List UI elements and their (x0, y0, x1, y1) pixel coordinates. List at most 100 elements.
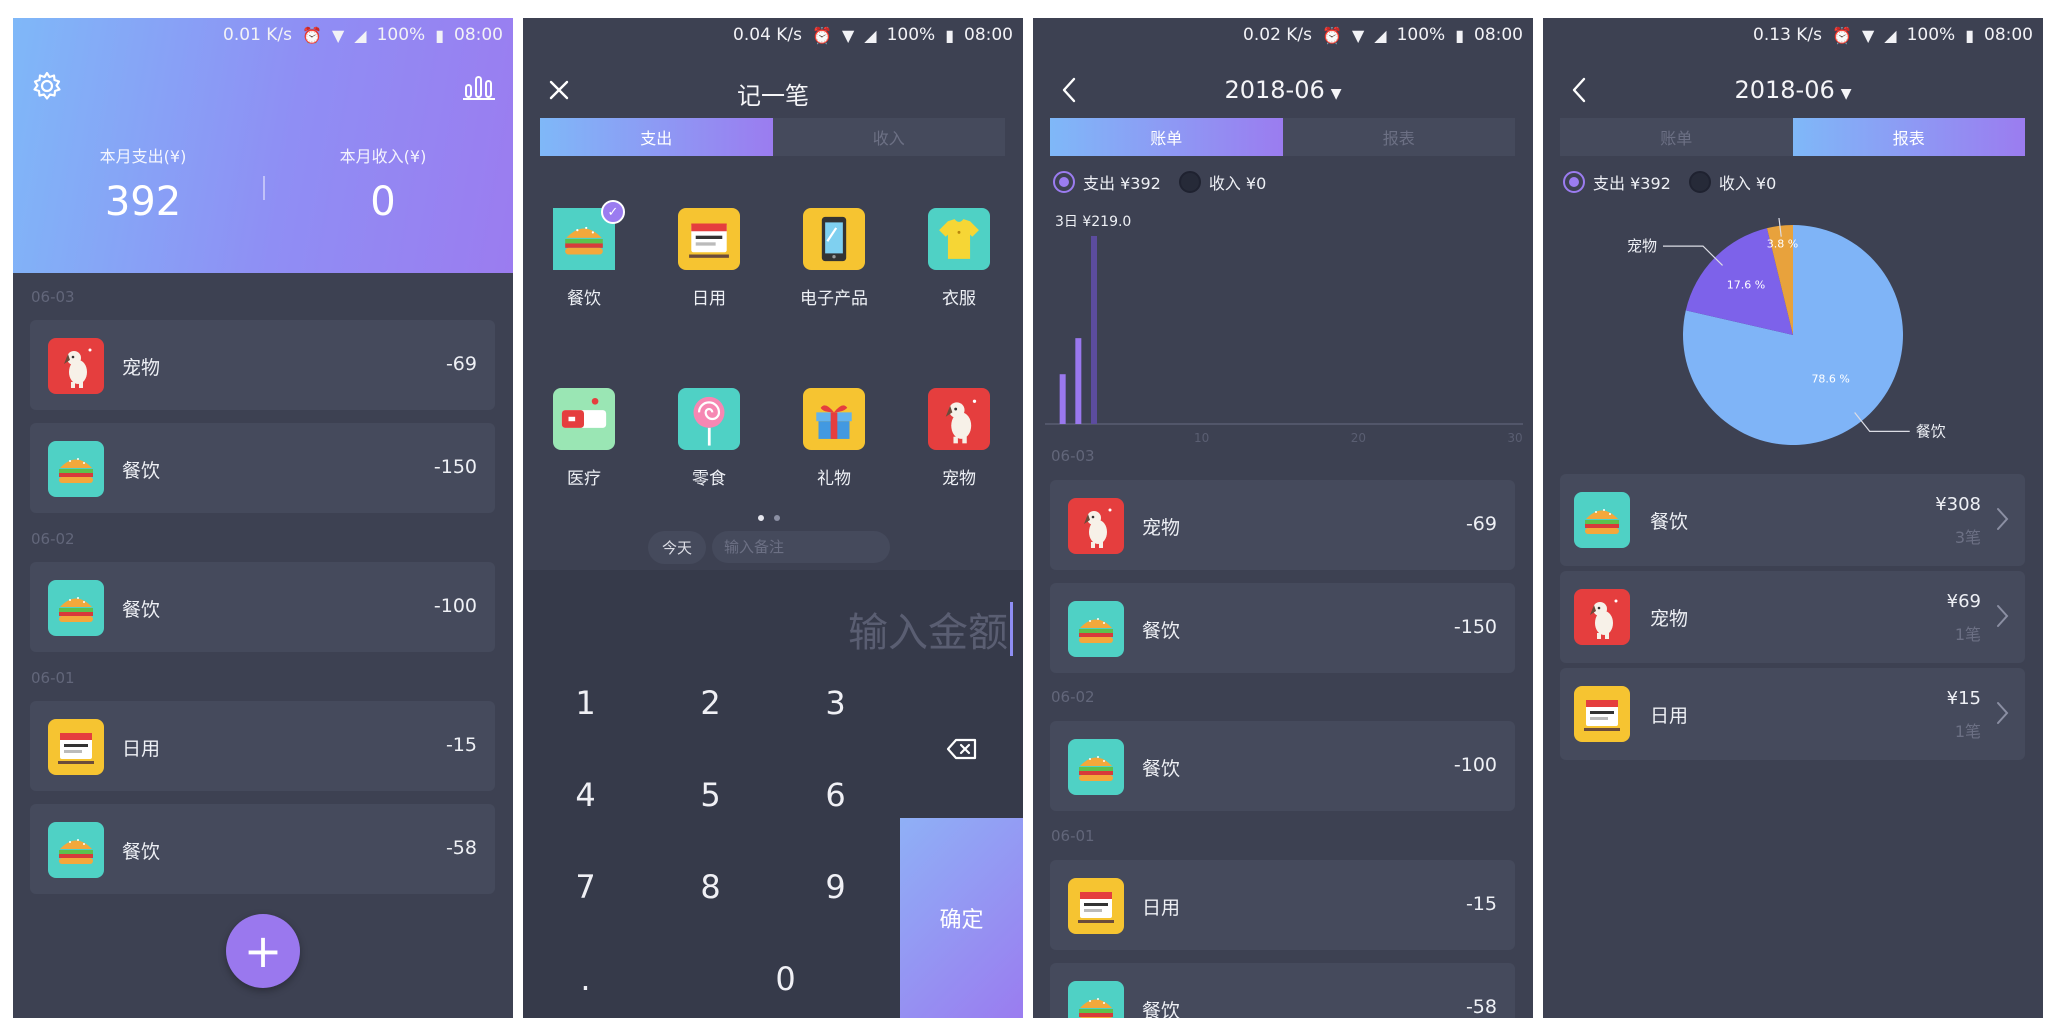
view-tabs: 账单 报表 (1560, 118, 2025, 156)
burger-icon (1068, 981, 1124, 1018)
category-item[interactable]: 电子产品 (779, 208, 889, 309)
chart-bar (1059, 374, 1066, 424)
category-item[interactable]: 医疗 (529, 388, 639, 489)
amount: -100 (1453, 754, 1497, 776)
list-item[interactable]: 餐饮 -58 (30, 804, 495, 894)
key-dot[interactable]: . (523, 934, 648, 1018)
burger-icon (1574, 492, 1630, 548)
key-9[interactable]: 9 (773, 842, 898, 932)
chevron-right-icon (1997, 702, 2009, 724)
radio-expense[interactable]: 支出 ¥392 (1053, 170, 1161, 194)
date-header: 06-02 (31, 530, 75, 548)
key-4[interactable]: 4 (523, 750, 648, 840)
date-picker-button[interactable]: 今天 (648, 530, 707, 564)
radio-expense[interactable]: 支出 ¥392 (1563, 170, 1671, 194)
key-7[interactable]: 7 (523, 842, 648, 932)
list-item[interactable]: 餐饮 -150 (30, 423, 495, 513)
category-item[interactable]: 宠物 (904, 388, 1014, 489)
burger-icon (48, 822, 104, 878)
month-selector[interactable]: 2018-06 ▼ (1543, 76, 2043, 104)
list-item[interactable]: 宠物 -69 (30, 320, 495, 410)
dropdown-arrow-icon: ▼ (1330, 86, 1342, 102)
type-radios: 支出 ¥392 收入 ¥0 (1563, 170, 1776, 194)
date-header: 06-03 (1051, 447, 1095, 465)
date-header: 06-01 (31, 669, 75, 687)
report-row[interactable]: 日用 ¥15 1笔 (1560, 668, 2025, 760)
category-item[interactable]: 衣服 (904, 208, 1014, 309)
statistics-button[interactable] (459, 66, 499, 106)
backspace-button[interactable] (900, 704, 1023, 794)
daily-icon (48, 719, 104, 775)
category-label: 零食 (692, 469, 726, 489)
income-label: 本月收入(¥) (339, 147, 427, 166)
category-name: 宠物 (1650, 608, 1689, 630)
add-record-button[interactable]: + (226, 914, 300, 988)
page-dot (774, 515, 780, 521)
battery-level: 100% (886, 25, 936, 45)
amount-input[interactable]: 输入金额 (848, 600, 1013, 658)
radio-checked-icon (1563, 171, 1585, 193)
category-label: 电子产品 (800, 289, 868, 309)
list-item[interactable]: 日用 -15 (30, 701, 495, 791)
tab-expense[interactable]: 支出 (540, 118, 773, 156)
add-record-screen: 0.04 K/s ⏰ ▼ ◢ 100% ▮ 08:00 记一笔 支出 收入 ✓ … (523, 18, 1023, 1018)
key-8[interactable]: 8 (648, 842, 773, 932)
list-item[interactable]: 宠物 -69 (1050, 480, 1515, 570)
report-row[interactable]: 宠物 ¥69 1笔 (1560, 571, 2025, 663)
category-label: 宠物 (942, 469, 976, 489)
key-0[interactable]: 0 (723, 934, 848, 1018)
category-item[interactable]: 零食 (654, 388, 764, 489)
alarm-icon: ⏰ (1832, 25, 1852, 45)
category-name: 餐饮 (1142, 620, 1181, 642)
battery-icon: ▮ (1965, 25, 1974, 45)
category-name: 日用 (1142, 897, 1181, 919)
category-item[interactable]: 日用 (654, 208, 764, 309)
plus-icon: + (243, 924, 283, 978)
key-5[interactable]: 5 (648, 750, 773, 840)
category-name: 餐饮 (122, 460, 161, 482)
gear-icon (33, 71, 61, 100)
list-item[interactable]: 餐饮 -100 (30, 562, 495, 652)
key-1[interactable]: 1 (523, 658, 648, 748)
category-item[interactable]: ✓ 餐饮 (529, 200, 639, 309)
tab-bill[interactable]: 账单 (1050, 118, 1283, 156)
monthly-expense: 本月支出(¥) 392 (43, 143, 243, 225)
tab-report[interactable]: 报表 (1283, 118, 1516, 156)
key-2[interactable]: 2 (648, 658, 773, 748)
radio-income[interactable]: 收入 ¥0 (1178, 170, 1266, 194)
report-screen: 0.13 K/s ⏰ ▼ ◢ 100% ▮ 08:00 2018-06 ▼ 账单 … (1543, 18, 2043, 1018)
status-bar: 0.02 K/s ⏰ ▼ ◢ 100% ▮ 08:00 (1033, 18, 1533, 52)
list-item[interactable]: 餐饮 -100 (1050, 721, 1515, 811)
amount: -150 (1453, 616, 1497, 638)
amount: -150 (433, 456, 477, 478)
bar-chart-icon (463, 76, 495, 100)
type-tabs: 支出 收入 (540, 118, 1005, 156)
wifi-icon: ▼ (841, 25, 855, 45)
category-label: 日用 (692, 289, 726, 309)
battery-icon: ▮ (945, 25, 954, 45)
report-row[interactable]: 餐饮 ¥308 3笔 (1560, 474, 2025, 566)
alarm-icon: ⏰ (812, 25, 832, 45)
confirm-button[interactable]: 确定 (900, 818, 1023, 1018)
tab-bill[interactable]: 账单 (1560, 118, 1793, 156)
key-6[interactable]: 6 (773, 750, 898, 840)
list-item[interactable]: 餐饮 -58 (1050, 963, 1515, 1018)
note-row: 今天 (648, 530, 891, 564)
settings-button[interactable] (27, 66, 67, 106)
note-input[interactable] (712, 531, 891, 563)
daily-icon (678, 208, 740, 270)
key-3[interactable]: 3 (773, 658, 898, 748)
date-header: 06-03 (31, 288, 75, 306)
list-item[interactable]: 餐饮 -150 (1050, 583, 1515, 673)
radio-income[interactable]: 收入 ¥0 (1688, 170, 1776, 194)
amount: -58 (1465, 996, 1497, 1018)
list-item[interactable]: 日用 -15 (1050, 860, 1515, 950)
tab-report[interactable]: 报表 (1792, 118, 2025, 156)
tab-income[interactable]: 收入 (773, 118, 1006, 156)
month-selector[interactable]: 2018-06 ▼ (1033, 76, 1533, 104)
category-item[interactable]: 礼物 (779, 388, 889, 489)
category-name: 餐饮 (122, 841, 161, 863)
burger-icon (1068, 601, 1124, 657)
backspace-icon (946, 738, 976, 760)
chevron-right-icon (1997, 508, 2009, 530)
